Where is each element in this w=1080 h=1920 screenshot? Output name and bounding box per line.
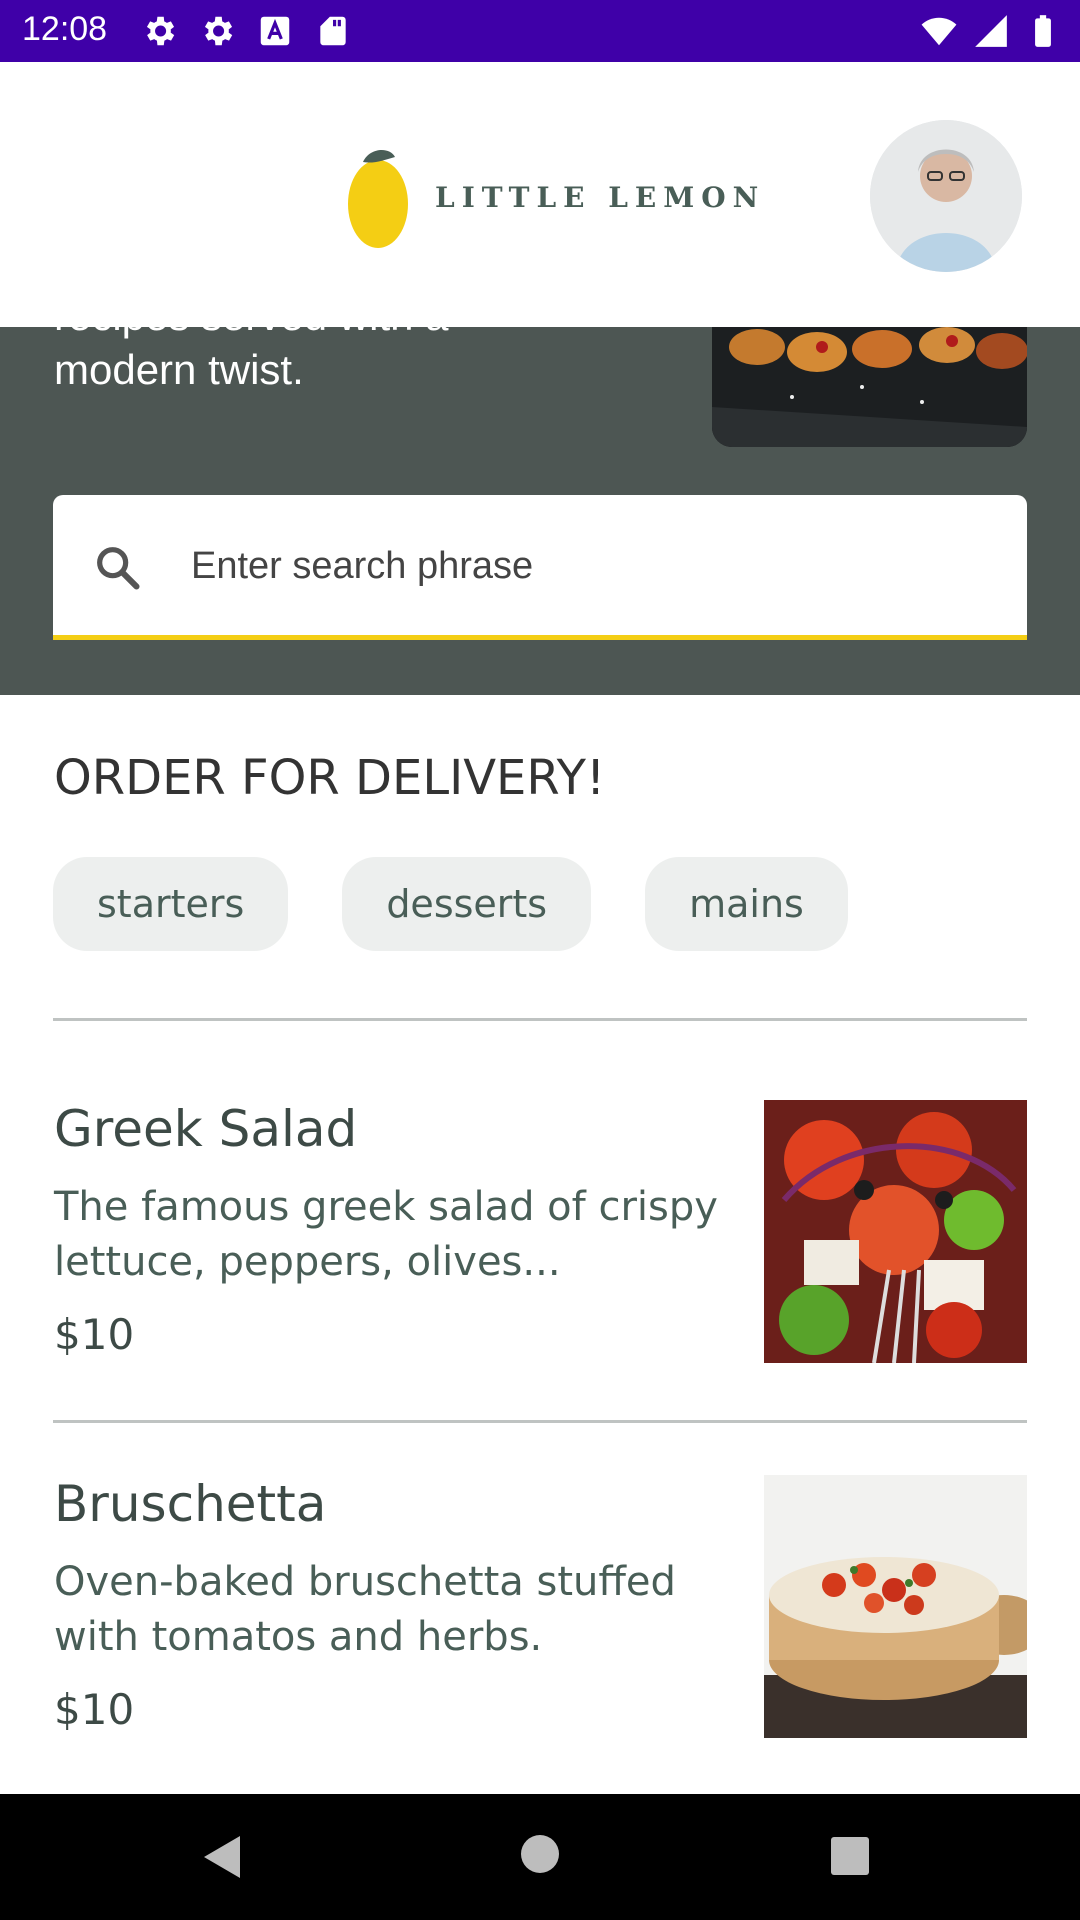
settings-icon <box>146 16 175 46</box>
settings-icon <box>204 16 233 46</box>
menu-item-greek-salad[interactable]: Greek Salad The famous greek salad of cr… <box>0 1100 1080 1380</box>
search-input[interactable]: Enter search phrase <box>53 495 1027 640</box>
order-title: ORDER FOR DELIVERY! <box>54 750 606 806</box>
text-a-icon <box>260 16 290 46</box>
back-icon[interactable] <box>202 1834 242 1880</box>
chip-starters[interactable]: starters <box>53 857 289 951</box>
divider <box>53 1018 1027 1021</box>
item-title: Bruschetta <box>54 1475 327 1533</box>
home-icon[interactable] <box>520 1834 560 1874</box>
item-price: $10 <box>54 1310 135 1359</box>
lemon-icon <box>348 150 408 248</box>
hero-text: recipes served with a modern twist. <box>54 327 449 397</box>
hero-line-1: recipes served with a <box>54 327 449 343</box>
logo-text: LITTLE LEMON <box>435 180 766 214</box>
greek-salad-image <box>764 1100 1027 1363</box>
item-description: The famous greek salad of crispy lettuce… <box>54 1184 718 1285</box>
category-chips: starters desserts mains <box>53 857 848 951</box>
battery-icon <box>1035 15 1051 47</box>
wifi-icon <box>921 17 957 46</box>
divider <box>53 1420 1027 1423</box>
avatar[interactable] <box>870 120 1022 272</box>
menu-item-bruschetta[interactable]: Bruschetta Oven-baked bruschetta stuffed… <box>0 1475 1080 1755</box>
signal-icon <box>975 15 1007 47</box>
item-title: Greek Salad <box>54 1100 358 1158</box>
chip-mains[interactable]: mains <box>645 857 848 951</box>
sd-card-icon <box>320 16 346 46</box>
navigation-bar <box>0 1794 1080 1920</box>
hero-line-2: modern twist. <box>54 346 304 393</box>
search-placeholder: Enter search phrase <box>191 545 534 587</box>
item-description: Oven-baked bruschetta stuffed with tomat… <box>54 1559 676 1660</box>
hero-section: recipes served with a modern twist. Ente… <box>0 327 1080 695</box>
logo: LITTLE LEMON <box>345 142 765 252</box>
hero-image <box>712 327 1027 447</box>
recents-icon[interactable] <box>830 1836 870 1876</box>
status-bar: 12:08 <box>0 0 1080 62</box>
chip-desserts[interactable]: desserts <box>342 857 592 951</box>
app-header: LITTLE LEMON <box>0 62 1080 327</box>
bruschetta-image <box>764 1475 1027 1738</box>
item-price: $10 <box>54 1685 135 1734</box>
search-icon <box>97 547 140 590</box>
status-time: 12:08 <box>22 10 108 48</box>
